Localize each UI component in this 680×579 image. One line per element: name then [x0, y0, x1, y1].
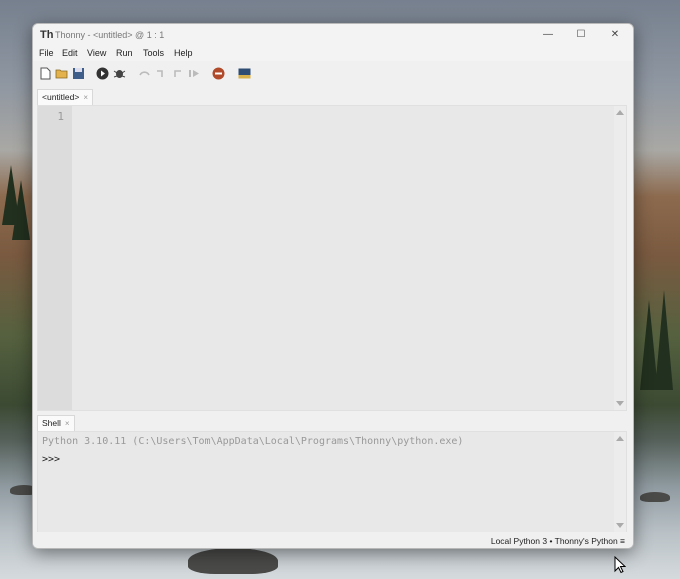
tree	[655, 290, 673, 390]
save-icon[interactable]	[72, 67, 85, 80]
minimize-button[interactable]: —	[538, 28, 558, 42]
line-number-gutter: 1	[38, 106, 72, 410]
scroll-down-icon[interactable]	[616, 401, 624, 406]
run-icon[interactable]	[96, 67, 109, 80]
code-editor[interactable]: 1	[37, 105, 627, 411]
menu-view[interactable]: View	[87, 48, 106, 58]
stop-icon[interactable]	[212, 67, 225, 80]
rock	[188, 548, 278, 574]
step-into-icon[interactable]	[155, 67, 168, 80]
tab-shell[interactable]: Shell ×	[37, 415, 75, 431]
menu-tools[interactable]: Tools	[143, 48, 164, 58]
thonny-window: Th Thonny - <untitled> @ 1 : 1 — ☐ ✕ Fil…	[32, 23, 634, 549]
tab-close-icon[interactable]: ×	[65, 419, 70, 428]
step-over-icon[interactable]	[138, 67, 151, 80]
scroll-up-icon[interactable]	[616, 436, 624, 441]
scroll-down-icon[interactable]	[616, 523, 624, 528]
zoom-icon[interactable]	[238, 67, 251, 80]
menu-file[interactable]: File	[39, 48, 54, 58]
shell-tab-bar: Shell ×	[33, 413, 633, 431]
thonny-app-icon: Th	[40, 29, 54, 41]
tab-label: <untitled>	[42, 92, 80, 102]
tab-close-icon[interactable]: ×	[83, 93, 88, 102]
tab-untitled[interactable]: <untitled> ×	[37, 89, 94, 105]
tab-label: Shell	[42, 418, 61, 428]
mouse-cursor-icon	[614, 556, 626, 574]
editor-scrollbar[interactable]	[614, 106, 626, 410]
menu-edit[interactable]: Edit	[62, 48, 78, 58]
new-file-icon[interactable]	[39, 67, 52, 80]
tree	[12, 180, 30, 240]
window-title: Thonny - <untitled> @ 1 : 1	[55, 30, 165, 40]
maximize-button[interactable]: ☐	[571, 28, 591, 42]
shell-prompt[interactable]: >>>	[42, 454, 60, 465]
step-out-icon[interactable]	[172, 67, 185, 80]
resume-icon[interactable]	[188, 67, 201, 80]
shell-scrollbar[interactable]	[614, 432, 626, 532]
menu-bar: File Edit View Run Tools Help	[33, 46, 633, 61]
python-banner: Python 3.10.11 (C:\Users\Tom\AppData\Loc…	[42, 436, 464, 447]
editor-tab-bar: <untitled> ×	[33, 87, 633, 105]
interpreter-selector[interactable]: Local Python 3 • Thonny's Python ≡	[491, 536, 625, 546]
rock	[640, 492, 670, 502]
status-bar: Local Python 3 • Thonny's Python ≡	[33, 532, 633, 548]
title-bar[interactable]: Th Thonny - <untitled> @ 1 : 1 — ☐ ✕	[33, 24, 633, 46]
line-number: 1	[57, 110, 64, 123]
scroll-up-icon[interactable]	[616, 110, 624, 115]
menu-help[interactable]: Help	[174, 48, 193, 58]
debug-icon[interactable]	[113, 67, 126, 80]
menu-run[interactable]: Run	[116, 48, 133, 58]
open-file-icon[interactable]	[55, 67, 68, 80]
shell-panel[interactable]: Python 3.10.11 (C:\Users\Tom\AppData\Loc…	[37, 431, 627, 533]
close-button[interactable]: ✕	[605, 28, 625, 42]
toolbar	[33, 62, 633, 86]
